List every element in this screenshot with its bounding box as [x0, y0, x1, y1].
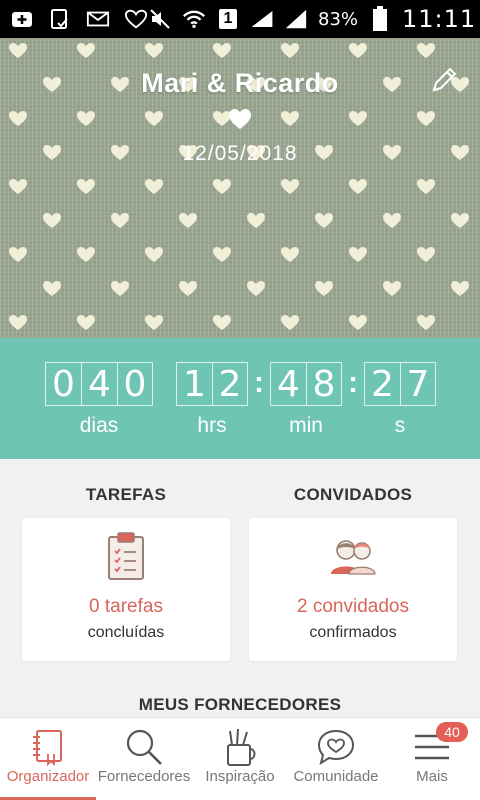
mute-icon — [148, 7, 172, 31]
signal-icon — [250, 7, 274, 31]
minutes-digit: 8 — [306, 362, 342, 406]
guests-count: 2 convidados — [297, 596, 409, 617]
nav-label: Organizador — [6, 768, 90, 785]
heart-icon — [228, 108, 252, 135]
clipboard-check-icon — [48, 7, 72, 31]
seconds-digit: 7 — [400, 362, 436, 406]
nav-item-comunidade[interactable]: Comunidade — [288, 718, 384, 800]
guests-card[interactable]: 2 convidados confirmados — [249, 518, 457, 661]
mail-icon — [86, 7, 110, 31]
battery-percent: 83% — [318, 8, 359, 30]
minutes-label: min — [289, 414, 323, 437]
days-digits: 0 4 0 — [45, 362, 153, 406]
bottom-navigation: Organizador Fornecedores Inspiração Comu… — [0, 717, 480, 800]
heart-outline-icon — [124, 7, 148, 31]
nav-label: Inspiração — [205, 768, 275, 785]
clipboard-icon — [22, 530, 230, 582]
days-digit: 4 — [81, 362, 117, 406]
signal-2-icon — [284, 7, 308, 31]
nav-item-mais[interactable]: 40 Mais — [384, 718, 480, 800]
chat-heart-icon — [316, 726, 356, 768]
notification-badge: 40 — [436, 722, 468, 742]
pencil-cup-icon — [222, 726, 258, 768]
event-header: Mari & Ricardo 12/05/2018 — [0, 38, 480, 338]
days-digit: 0 — [117, 362, 153, 406]
hours-digit: 1 — [176, 362, 212, 406]
tasks-section-title: TAREFAS — [85, 485, 167, 504]
notebook-icon — [31, 726, 65, 768]
minutes-digit: 4 — [270, 362, 306, 406]
pencil-icon[interactable] — [428, 64, 460, 96]
minutes-digits: 4 8 — [270, 362, 342, 406]
wedding-date: 12/05/2018 — [182, 142, 298, 165]
guests-caption: confirmados — [309, 624, 397, 641]
countdown-panel: 0 4 0 1 2 : 4 8 : 2 7 dias hrs min s — [0, 338, 480, 459]
nav-label: Fornecedores — [97, 768, 191, 785]
couple-icon — [249, 530, 457, 582]
search-icon — [124, 726, 164, 768]
time-separator: : — [348, 366, 358, 399]
tasks-caption: concluídas — [87, 624, 165, 641]
battery-icon — [368, 6, 392, 31]
sim-icon: 1 — [216, 7, 240, 31]
time-separator: : — [254, 366, 264, 399]
seconds-digit: 2 — [364, 362, 400, 406]
seconds-label: s — [394, 414, 406, 437]
hours-digit: 2 — [212, 362, 248, 406]
guests-section-title: CONVIDADOS — [293, 485, 413, 504]
add-box-icon — [10, 7, 34, 31]
nav-item-inspiracao[interactable]: Inspiração — [192, 718, 288, 800]
status-bar: 1 83% 11:11 — [0, 0, 480, 38]
clock: 11:11 — [402, 5, 477, 33]
couple-names: Mari & Ricardo — [141, 68, 339, 98]
nav-item-organizador[interactable]: Organizador — [0, 718, 96, 800]
hours-label: hrs — [197, 414, 227, 437]
nav-item-fornecedores[interactable]: Fornecedores — [96, 718, 192, 800]
days-label: dias — [79, 414, 119, 437]
hours-digits: 1 2 — [176, 362, 248, 406]
tasks-count: 0 tarefas — [89, 596, 163, 617]
seconds-digits: 2 7 — [364, 362, 436, 406]
suppliers-section-title: MEUS FORNECEDORES — [138, 695, 342, 714]
nav-label: Comunidade — [293, 768, 379, 785]
tasks-card[interactable]: 0 tarefas concluídas — [22, 518, 230, 661]
days-digit: 0 — [45, 362, 81, 406]
wifi-icon — [182, 7, 206, 31]
nav-label: Mais — [416, 768, 448, 785]
